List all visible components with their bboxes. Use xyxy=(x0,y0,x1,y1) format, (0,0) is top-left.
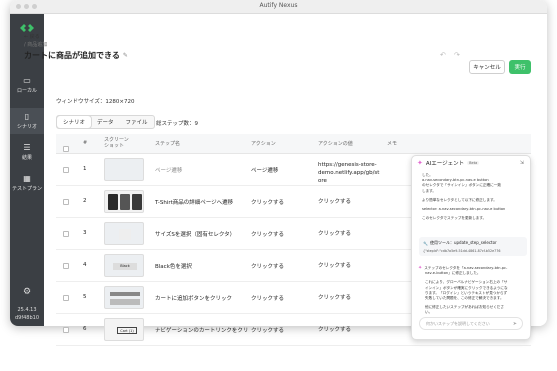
wrench-icon: 🔧 xyxy=(423,240,428,246)
settings-gear-icon[interactable]: ⚙ xyxy=(10,287,44,297)
page-title: カートに商品が追加できる ✎ xyxy=(24,51,128,60)
redo-icon[interactable]: ↷ xyxy=(454,51,460,59)
panel-toggle-icon[interactable]: ⇲ xyxy=(520,160,524,166)
row-checkbox[interactable] xyxy=(63,263,69,269)
row-number: 5 xyxy=(83,294,87,300)
screenshot-thumbnail[interactable] xyxy=(104,222,144,245)
step-action: クリックする xyxy=(251,232,285,238)
step-action: クリックする xyxy=(251,296,285,302)
row-checkbox[interactable] xyxy=(63,327,69,333)
row-number: 6 xyxy=(83,326,87,332)
screenshot-thumbnail[interactable]: Black xyxy=(104,254,144,277)
step-name: ページ遷移 xyxy=(155,168,183,174)
screenshot-thumbnail[interactable]: Cart (1) xyxy=(104,318,144,341)
document-icon: ▯ xyxy=(24,112,30,121)
row-checkbox[interactable] xyxy=(63,199,69,205)
pencil-edit-icon[interactable]: ✎ xyxy=(123,52,128,59)
title-bar: Autify Nexus xyxy=(10,0,547,14)
step-name: サイズSを選択（固有セレクタ） xyxy=(155,232,236,238)
step-action-value: クリックする xyxy=(318,231,352,237)
sidebar-item-scenario[interactable]: ▯ シナリオ xyxy=(10,108,44,134)
row-number: 3 xyxy=(83,230,87,236)
tab-file[interactable]: ファイル xyxy=(120,116,154,128)
step-name: T-Shirt商品の詳細ページへ遷移 xyxy=(155,200,234,206)
breadcrumb: / 商品追加 xyxy=(24,42,48,48)
step-action: クリックする xyxy=(251,200,285,206)
undo-icon[interactable]: ↶ xyxy=(440,51,446,59)
sidebar-item-testplan[interactable]: ▦ テストプラン xyxy=(10,174,44,192)
step-name: ナビゲーションのカートリンクをクリ xyxy=(155,328,249,334)
agent-message-top: した。 a.nav-secondary-btn.pc-nav-e button … xyxy=(422,173,506,221)
screenshot-thumbnail[interactable] xyxy=(104,286,144,309)
col-action: アクション xyxy=(251,141,276,147)
version-label: 25.4.13 xyxy=(17,307,37,313)
step-action: クリックする xyxy=(251,328,285,334)
checklist-icon: ☰ xyxy=(23,143,31,152)
cancel-button[interactable]: キャンセル xyxy=(469,60,505,74)
ai-agent-panel: ✦ AIエージェント Beta ⇲ した。 a.nav-secondary-bt… xyxy=(411,155,531,340)
screenshot-thumbnail[interactable] xyxy=(104,158,144,181)
table-header: # スクリーン ショット ステップ名 アクション アクションの値 メモ xyxy=(56,134,531,154)
sparkle-icon: ✦ xyxy=(418,265,423,271)
tab-bar: シナリオ データ ファイル xyxy=(56,115,155,129)
screenshot-thumbnail[interactable] xyxy=(104,190,144,213)
calendar-icon: ▦ xyxy=(23,174,31,183)
step-action-value: クリックする xyxy=(318,295,352,301)
agent-header: ✦ AIエージェント Beta xyxy=(412,156,530,170)
tab-data[interactable]: データ xyxy=(91,116,120,128)
sparkle-icon: ✦ xyxy=(417,159,423,167)
col-number: # xyxy=(83,140,88,146)
back-link[interactable]: ← 戻る xyxy=(24,33,40,40)
run-button[interactable]: 実行 xyxy=(509,60,531,74)
step-action-value: クリックする xyxy=(318,327,352,333)
col-memo: メモ xyxy=(387,141,398,147)
beta-badge: Beta xyxy=(467,161,480,165)
build-label: d9f48b10 xyxy=(14,315,39,321)
thumbnail-label: Cart (1) xyxy=(117,327,137,334)
step-count: 総ステップ数：9 xyxy=(156,121,198,127)
row-checkbox[interactable] xyxy=(63,167,69,173)
sidebar-item-local[interactable]: ▭ ローカル xyxy=(10,76,44,94)
row-number: 1 xyxy=(83,166,87,172)
col-screenshot: スクリーン ショット xyxy=(104,137,129,149)
col-step-name: ステップ名 xyxy=(155,141,181,147)
step-action: クリックする xyxy=(251,264,285,270)
step-action-value: クリックする xyxy=(318,199,352,205)
window-size-label: ウィンドウサイズ：1280×720 xyxy=(56,99,135,105)
step-name: Black色を選択 xyxy=(155,264,192,270)
thumbnail-label: Black xyxy=(113,263,137,270)
row-checkbox[interactable] xyxy=(63,295,69,301)
window-title: Autify Nexus xyxy=(259,2,298,9)
tool-payload: {"stepId":"cdb7a5e9-51dd-4861-87cf-b52e7… xyxy=(423,249,501,253)
row-checkbox[interactable] xyxy=(63,231,69,237)
tab-scenario[interactable]: シナリオ xyxy=(57,116,92,128)
agent-message-bottom: ✦ ステップのセレクタを「a.nav-secondary-btn.pc- nav-… xyxy=(418,265,508,315)
tool-label: 使用ツール：update_step_selector xyxy=(429,240,497,245)
step-name: カートに追加ボタンをクリック xyxy=(155,296,233,302)
send-icon[interactable]: ➤ xyxy=(513,321,517,327)
step-action-value: クリックする xyxy=(318,263,352,269)
agent-chat-input[interactable]: 何かいステップを説明してください ➤ xyxy=(419,317,523,330)
tool-call-box[interactable]: 🔧 使用ツール：update_step_selector {"stepId":"… xyxy=(419,237,527,256)
agent-title: AIエージェント xyxy=(425,161,465,167)
sidebar-item-results[interactable]: ☰ 結果 xyxy=(10,143,44,161)
row-number: 4 xyxy=(83,262,87,268)
step-action: ページ遷移 xyxy=(251,168,279,174)
step-action-value: https://genesis-store-demo.netlify.app/g… xyxy=(318,162,380,184)
col-action-value: アクションの値 xyxy=(318,141,353,147)
monitor-icon: ▭ xyxy=(23,76,31,85)
row-number: 2 xyxy=(83,198,87,204)
